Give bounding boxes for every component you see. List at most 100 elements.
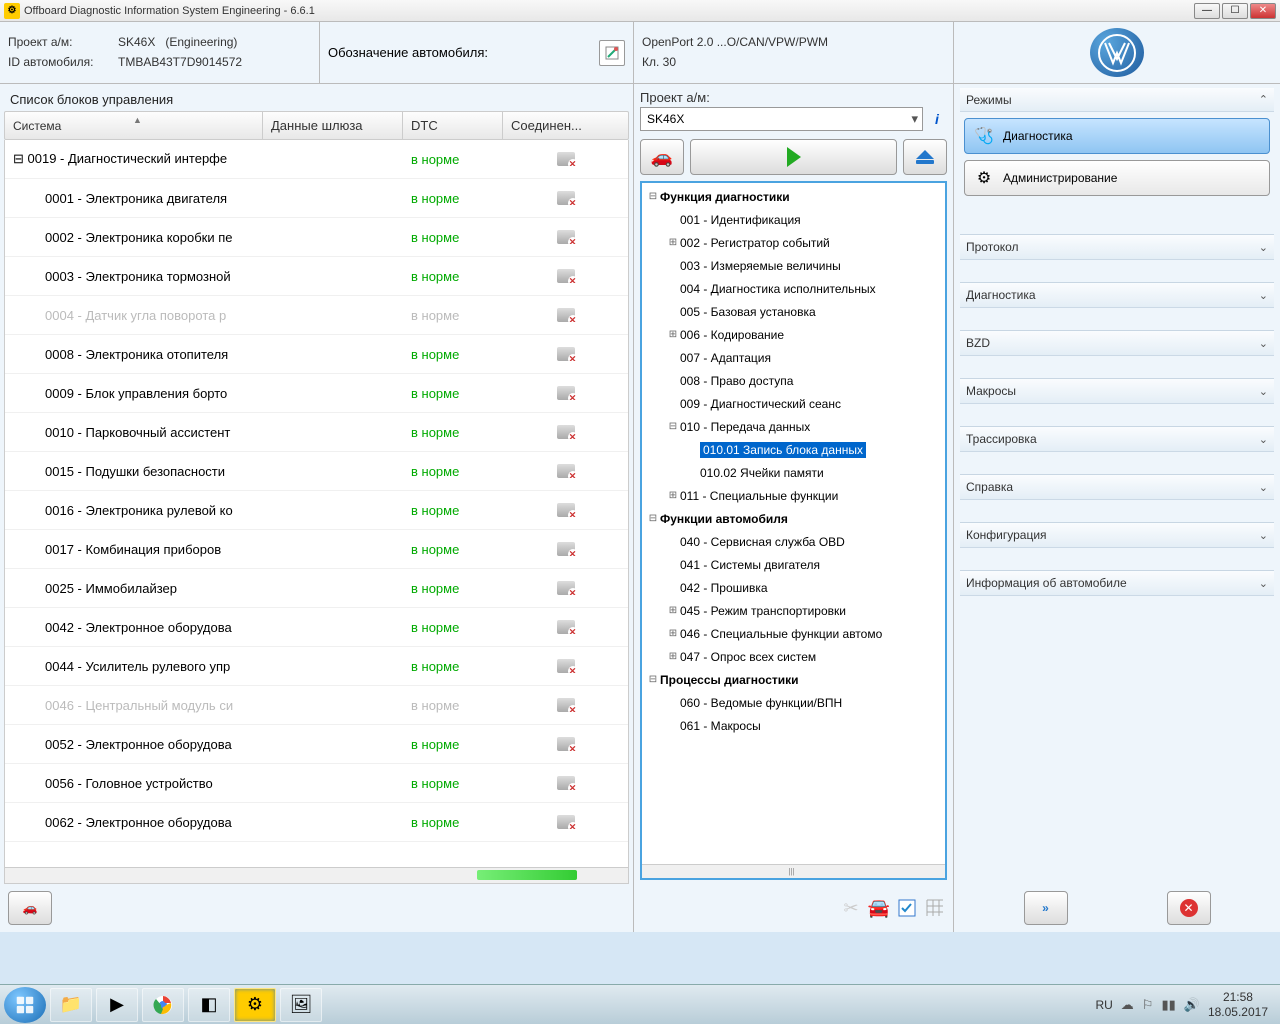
table-scrollbar[interactable] bbox=[5, 867, 628, 883]
tree-item[interactable]: 009 - Диагностический сеанс bbox=[642, 392, 945, 415]
tree-item[interactable]: 040 - Сервисная служба OBD bbox=[642, 530, 945, 553]
tray-sound-icon[interactable]: 🔊 bbox=[1184, 997, 1200, 1013]
info-button[interactable]: i bbox=[927, 109, 947, 129]
grid-icon[interactable] bbox=[923, 896, 947, 920]
tree-item[interactable]: 010.01 Запись блока данных bbox=[642, 438, 945, 461]
table-row[interactable]: 0044 - Усилитель рулевого упрв норме bbox=[5, 647, 628, 686]
tray-language[interactable]: RU bbox=[1095, 998, 1112, 1012]
table-row[interactable]: 0056 - Головное устройствов норме bbox=[5, 764, 628, 803]
table-row[interactable]: 0008 - Электроника отопителяв норме bbox=[5, 335, 628, 374]
start-button[interactable] bbox=[4, 987, 46, 1023]
taskbar-item-5[interactable]: ◧ bbox=[188, 988, 230, 1022]
expander-icon[interactable]: ⊟ bbox=[646, 674, 660, 685]
section-config[interactable]: Конфигурация⌄ bbox=[960, 522, 1274, 548]
tree-item[interactable]: 005 - Базовая установка bbox=[642, 300, 945, 323]
eject-button[interactable] bbox=[903, 139, 947, 175]
section-macros[interactable]: Макросы⌄ bbox=[960, 378, 1274, 404]
tree-item[interactable]: 008 - Право доступа bbox=[642, 369, 945, 392]
run-button[interactable] bbox=[690, 139, 897, 175]
minimize-button[interactable]: — bbox=[1194, 3, 1220, 19]
tree-item[interactable]: ⊞047 - Опрос всех систем bbox=[642, 645, 945, 668]
tree-item[interactable]: 003 - Измеряемые величины bbox=[642, 254, 945, 277]
project-select[interactable]: SK46X bbox=[640, 107, 923, 131]
maximize-button[interactable]: ☐ bbox=[1222, 3, 1248, 19]
tree-item[interactable]: 041 - Системы двигателя bbox=[642, 553, 945, 576]
footer-car-button[interactable]: 🚗 bbox=[8, 891, 52, 925]
mode-diagnostics-button[interactable]: 🩺Диагностика bbox=[964, 118, 1270, 154]
tree-item[interactable]: 060 - Ведомые функции/ВПН bbox=[642, 691, 945, 714]
section-help[interactable]: Справка⌄ bbox=[960, 474, 1274, 500]
taskbar-explorer[interactable]: 📁 bbox=[50, 988, 92, 1022]
expander-icon[interactable]: ⊞ bbox=[666, 651, 680, 662]
taskbar-chrome[interactable] bbox=[142, 988, 184, 1022]
table-row[interactable]: 0016 - Электроника рулевой ков норме bbox=[5, 491, 628, 530]
tree-item[interactable]: ⊞045 - Режим транспортировки bbox=[642, 599, 945, 622]
tree-item[interactable]: 001 - Идентификация bbox=[642, 208, 945, 231]
checklist-icon[interactable] bbox=[895, 896, 919, 920]
taskbar-media[interactable]: ▶ bbox=[96, 988, 138, 1022]
expander-icon[interactable]: ⊟ bbox=[646, 513, 660, 524]
col-connection[interactable]: Соединен... bbox=[503, 112, 628, 139]
connection-fail-icon bbox=[557, 620, 575, 634]
table-row[interactable]: 0002 - Электроника коробки пев норме bbox=[5, 218, 628, 257]
cell-system: 0056 - Головное устройство bbox=[5, 776, 263, 791]
expander-icon[interactable]: ⊞ bbox=[666, 628, 680, 639]
section-diagnostics[interactable]: Диагностика⌄ bbox=[960, 282, 1274, 308]
car-grey-icon[interactable]: 🚘 bbox=[867, 896, 891, 920]
table-row[interactable]: 0017 - Комбинация приборовв норме bbox=[5, 530, 628, 569]
tree-item[interactable]: ⊞046 - Специальные функции автомо bbox=[642, 622, 945, 645]
taskbar-odis-app[interactable]: ⚙ bbox=[234, 988, 276, 1022]
tree-item[interactable]: 007 - Адаптация bbox=[642, 346, 945, 369]
expander-icon[interactable]: ⊞ bbox=[666, 329, 680, 340]
tree-item[interactable]: 042 - Прошивка bbox=[642, 576, 945, 599]
mode-admin-button[interactable]: ⚙Администрирование bbox=[964, 160, 1270, 196]
col-dtc[interactable]: DTC bbox=[403, 112, 503, 139]
table-row[interactable]: 0015 - Подушки безопасностив норме bbox=[5, 452, 628, 491]
tree-item[interactable]: 004 - Диагностика исполнительных bbox=[642, 277, 945, 300]
expander-icon[interactable]: ⊟ bbox=[646, 191, 660, 202]
section-bzd[interactable]: BZD⌄ bbox=[960, 330, 1274, 356]
expander-icon[interactable]: ⊟ bbox=[666, 421, 680, 432]
table-row[interactable]: 0042 - Электронное оборудовав норме bbox=[5, 608, 628, 647]
close-button[interactable]: ✕ bbox=[1250, 3, 1276, 19]
expander-icon[interactable]: ⊞ bbox=[666, 237, 680, 248]
table-row[interactable]: 0025 - Иммобилайзерв норме bbox=[5, 569, 628, 608]
tray-flag-icon[interactable]: ⚐ bbox=[1142, 997, 1154, 1013]
tree-item[interactable]: 061 - Макросы bbox=[642, 714, 945, 737]
cut-icon[interactable]: ✂ bbox=[839, 896, 863, 920]
tree-item[interactable]: ⊞011 - Специальные функции bbox=[642, 484, 945, 507]
tree-item[interactable]: 010.02 Ячейки памяти bbox=[642, 461, 945, 484]
table-row[interactable]: 0004 - Датчик угла поворота рв норме bbox=[5, 296, 628, 335]
col-gateway[interactable]: Данные шлюза bbox=[263, 112, 403, 139]
tree-item[interactable]: ⊞006 - Кодирование bbox=[642, 323, 945, 346]
tree-item[interactable]: ⊞002 - Регистратор событий bbox=[642, 231, 945, 254]
tree-item[interactable]: ⊟Функции автомобиля bbox=[642, 507, 945, 530]
table-row[interactable]: 0001 - Электроника двигателяв норме bbox=[5, 179, 628, 218]
expander-icon[interactable]: ⊞ bbox=[666, 490, 680, 501]
tray-cloud-icon[interactable]: ☁ bbox=[1121, 997, 1134, 1013]
tree-item[interactable]: ⊟Процессы диагностики bbox=[642, 668, 945, 691]
tray-clock[interactable]: 21:5818.05.2017 bbox=[1208, 990, 1268, 1019]
tray-network-icon[interactable]: ▮▮ bbox=[1161, 997, 1175, 1013]
table-row[interactable]: 0062 - Электронное оборудовав норме bbox=[5, 803, 628, 842]
table-row[interactable]: 0046 - Центральный модуль сив норме bbox=[5, 686, 628, 725]
section-trace[interactable]: Трассировка⌄ bbox=[960, 426, 1274, 452]
table-row[interactable]: 0003 - Электроника тормознойв норме bbox=[5, 257, 628, 296]
vehicle-button[interactable]: 🚗 bbox=[640, 139, 684, 175]
forward-button[interactable]: » bbox=[1024, 891, 1068, 925]
table-row[interactable]: 0052 - Электронное оборудовав норме bbox=[5, 725, 628, 764]
section-protocol[interactable]: Протокол⌄ bbox=[960, 234, 1274, 260]
tree-item[interactable]: ⊟010 - Передача данных bbox=[642, 415, 945, 438]
tree-hscrollbar[interactable]: ||| bbox=[642, 864, 945, 878]
table-row[interactable]: ⊟ 0019 - Диагностический интерфев норме bbox=[5, 140, 628, 179]
table-row[interactable]: 0010 - Парковочный ассистентв норме bbox=[5, 413, 628, 452]
col-system[interactable]: Система▲ bbox=[5, 112, 263, 139]
modes-header[interactable]: Режимы⌃ bbox=[960, 88, 1274, 112]
table-row[interactable]: 0009 - Блок управления бортов норме bbox=[5, 374, 628, 413]
taskbar-gallery[interactable]: 🖼 bbox=[280, 988, 322, 1022]
expander-icon[interactable]: ⊞ bbox=[666, 605, 680, 616]
section-vehicle-info[interactable]: Информация об автомобиле⌄ bbox=[960, 570, 1274, 596]
tree-item[interactable]: ⊟Функция диагностики bbox=[642, 185, 945, 208]
cancel-button[interactable]: ✕ bbox=[1167, 891, 1211, 925]
edit-vehicle-button[interactable] bbox=[599, 40, 625, 66]
